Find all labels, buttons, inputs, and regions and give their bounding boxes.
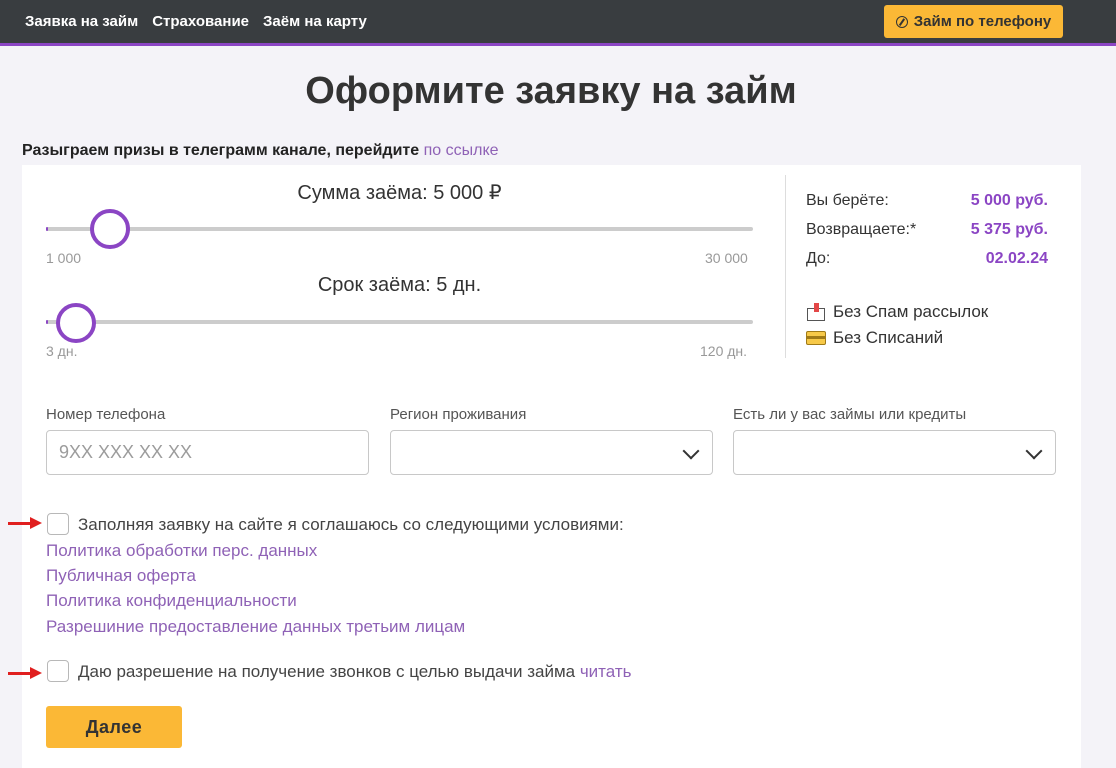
term-slider-max: 120 дн. xyxy=(700,343,748,359)
privacy-processing-link[interactable]: Политика обработки перс. данных xyxy=(46,541,317,561)
top-navbar: Заявка на займ Страхование Заём на карту… xyxy=(0,0,1116,46)
main-nav: Заявка на займ Страхование Заём на карту xyxy=(25,13,367,30)
region-select[interactable] xyxy=(390,430,713,475)
amount-slider-track[interactable] xyxy=(46,227,753,231)
promo-label: Разыграем призы в телеграмм канале, пере… xyxy=(22,142,424,159)
red-arrow-icon xyxy=(8,667,42,679)
loan-summary: Вы берёте: 5 000 руб. Возвращаете:* 5 37… xyxy=(785,175,1050,358)
summary-take-value: 5 000 руб. xyxy=(970,192,1048,209)
mailbox-icon xyxy=(806,302,826,322)
amount-slider-max: 30 000 xyxy=(705,250,748,266)
summary-take-label: Вы берёте: xyxy=(806,192,889,209)
red-arrow-icon xyxy=(8,517,42,529)
amount-slider-title: Сумма заёма: 5 000 ₽ xyxy=(297,182,502,204)
calls-consent-read-link[interactable]: читать xyxy=(580,662,632,681)
term-slider-min: 3 дн. xyxy=(46,343,78,359)
summary-until-row: До: 02.02.24 xyxy=(806,250,1048,268)
phone-field[interactable] xyxy=(46,430,369,475)
summary-return-row: Возвращаете:* 5 375 руб. xyxy=(806,221,1048,239)
nav-item-loan-to-card[interactable]: Заём на карту xyxy=(263,13,367,30)
page-title: Оформите заявку на займ xyxy=(305,70,797,112)
term-slider-track[interactable] xyxy=(46,320,753,324)
public-offer-link[interactable]: Публичная оферта xyxy=(46,566,196,586)
feature-no-spam-label: Без Спам рассылок xyxy=(833,302,989,321)
term-slider-fill xyxy=(46,320,48,324)
feature-no-charges-label: Без Списаний xyxy=(833,328,944,347)
term-slider-title: Срок заёма: 5 дн. xyxy=(317,274,482,296)
nav-item-insurance[interactable]: Страхование xyxy=(152,13,249,30)
loans-label: Есть ли у вас займы или кредиты xyxy=(733,406,967,423)
feature-no-charges: Без Списаний xyxy=(806,328,943,348)
amount-slider-min: 1 000 xyxy=(46,250,82,266)
chevron-down-icon xyxy=(1025,442,1043,460)
phone-loan-button[interactable]: Займ по телефону xyxy=(884,5,1063,38)
amount-slider-fill xyxy=(46,227,48,231)
nav-item-loan-application[interactable]: Заявка на займ xyxy=(25,13,138,30)
loans-select[interactable] xyxy=(733,430,1056,475)
summary-take-row: Вы берёте: 5 000 руб. xyxy=(806,192,1048,210)
promo-link[interactable]: по ссылке xyxy=(424,142,499,159)
phone-loan-button-label: Займ по телефону xyxy=(913,13,1052,30)
summary-return-value: 5 375 руб. xyxy=(970,221,1048,238)
chevron-down-icon xyxy=(682,442,700,460)
summary-until-label: До: xyxy=(806,250,831,267)
phone-label: Номер телефона xyxy=(46,406,166,423)
calls-consent-checkbox[interactable] xyxy=(47,660,69,682)
region-label: Регион проживания xyxy=(390,406,527,423)
summary-return-label: Возвращаете:* xyxy=(806,221,917,238)
summary-until-value: 02.02.24 xyxy=(985,250,1048,267)
phone-input[interactable] xyxy=(47,431,368,474)
next-button[interactable]: Далее xyxy=(46,706,182,748)
credit-card-icon xyxy=(806,331,826,345)
calls-consent-text: Даю разрешение на получение звонков с це… xyxy=(78,662,632,682)
agree-terms-checkbox[interactable] xyxy=(47,513,69,535)
amount-slider-thumb[interactable] xyxy=(90,209,130,249)
feature-no-spam: Без Спам рассылок xyxy=(806,302,988,322)
third-party-data-link[interactable]: Разрешиние предоставление данных третьим… xyxy=(46,617,465,637)
promo-text: Разыграем призы в телеграмм канале, пере… xyxy=(22,142,499,160)
phone-icon xyxy=(895,15,908,28)
calls-consent-label: Даю разрешение на получение звонков с це… xyxy=(78,662,580,681)
term-slider-thumb[interactable] xyxy=(56,303,96,343)
privacy-policy-link[interactable]: Политика конфиденциальности xyxy=(46,591,297,611)
agree-terms-text: Заполняя заявку на сайте я соглашаюсь со… xyxy=(78,515,624,534)
